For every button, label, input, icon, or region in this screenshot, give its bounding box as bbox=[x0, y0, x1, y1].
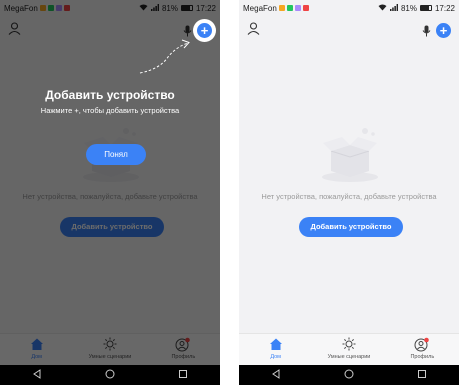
microphone-icon[interactable] bbox=[422, 24, 431, 42]
home-circle-icon[interactable] bbox=[105, 366, 115, 384]
app-header: + bbox=[239, 17, 459, 45]
home-circle-icon[interactable] bbox=[344, 366, 354, 384]
plus-icon[interactable]: + bbox=[436, 23, 451, 38]
got-it-button[interactable]: Понял bbox=[86, 144, 146, 165]
back-icon[interactable] bbox=[271, 366, 281, 384]
onboarding-subtitle: Нажмите +, чтобы добавить устройства bbox=[40, 106, 180, 115]
home-icon bbox=[241, 337, 311, 353]
signal-icon bbox=[389, 3, 398, 13]
status-bar: MegaFon 81% 17:22 bbox=[239, 0, 459, 16]
system-nav-bar bbox=[0, 365, 220, 385]
highlighted-add-button[interactable]: + bbox=[193, 19, 216, 42]
tab-bar: Дом Умные сценарии Профиль bbox=[239, 333, 459, 365]
battery-percent: 81% bbox=[400, 3, 417, 13]
tab-profile[interactable]: Профиль bbox=[387, 334, 457, 360]
sun-icon bbox=[314, 337, 384, 353]
notification-icon bbox=[286, 5, 293, 11]
recents-icon[interactable] bbox=[178, 366, 188, 384]
battery-icon bbox=[419, 5, 432, 11]
person-icon[interactable] bbox=[247, 22, 260, 40]
notification-icon bbox=[278, 5, 285, 11]
profile-icon bbox=[387, 337, 457, 353]
system-nav-bar bbox=[239, 365, 459, 385]
tab-home[interactable]: Дом bbox=[241, 334, 311, 360]
wifi-icon bbox=[378, 4, 387, 13]
onboarding-title: Добавить устройство bbox=[45, 88, 175, 102]
add-device-button[interactable]: Добавить устройство bbox=[299, 217, 403, 237]
onboarding-overlay: + Добавить устройство Нажмите +, чтобы д… bbox=[0, 0, 220, 365]
phone-screen-home: MegaFon 81% 17:22 + Нет устройства, пожа… bbox=[239, 0, 459, 385]
back-icon[interactable] bbox=[32, 366, 42, 384]
plus-icon: + bbox=[197, 23, 212, 38]
clock: 17:22 bbox=[434, 3, 455, 13]
carrier-label: MegaFon bbox=[243, 3, 277, 13]
recents-icon[interactable] bbox=[417, 366, 427, 384]
empty-state-message: Нет устройства, пожалуйста, добавьте уст… bbox=[261, 192, 437, 201]
notification-icon bbox=[302, 5, 309, 11]
empty-box-illustration bbox=[317, 125, 383, 188]
tab-label: Дом bbox=[270, 354, 281, 360]
phone-screen-onboarding: MegaFon 81% 17:22 + bbox=[0, 0, 220, 385]
tab-label: Умные сценарии bbox=[327, 354, 371, 360]
notification-icon bbox=[294, 5, 301, 11]
tab-label: Профиль bbox=[410, 354, 435, 360]
dashed-arrow-icon bbox=[138, 35, 194, 82]
tab-smart-scenes[interactable]: Умные сценарии bbox=[314, 334, 384, 360]
